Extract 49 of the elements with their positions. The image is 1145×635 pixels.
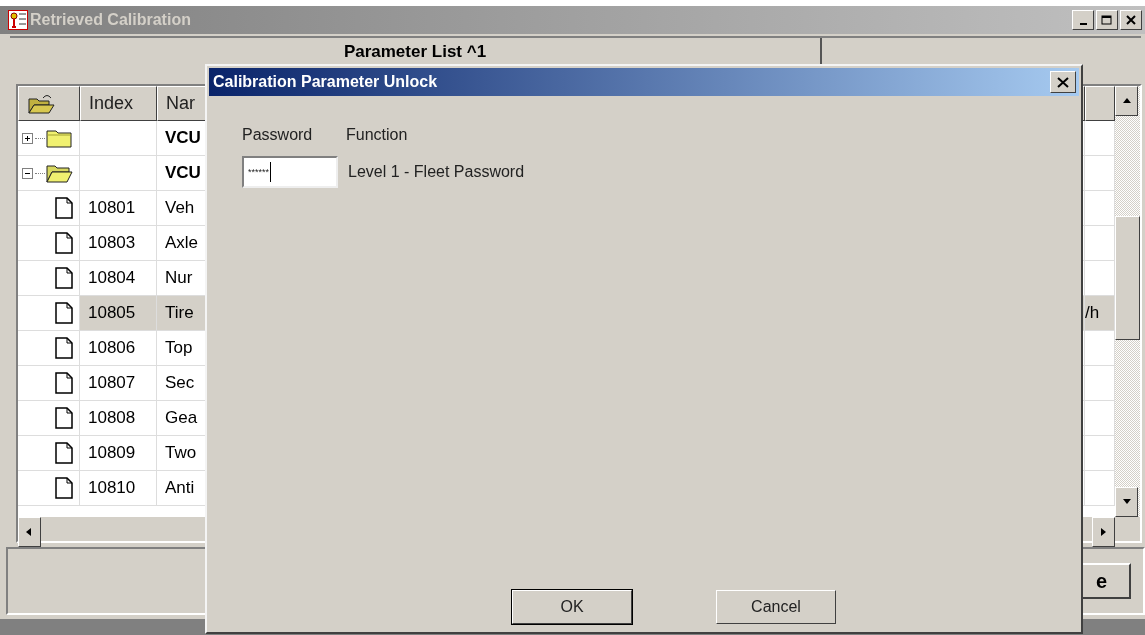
dialog-button[interactable]: OK xyxy=(512,590,632,624)
column-header[interactable] xyxy=(18,86,80,121)
scroll-left-button[interactable] xyxy=(18,517,41,547)
scroll-up-button[interactable] xyxy=(1115,86,1138,116)
function-label: Level 1 - Fleet Password xyxy=(347,163,526,181)
column-label: Password xyxy=(242,126,314,144)
dialog-title: Calibration Parameter Unlock xyxy=(213,73,439,91)
panel-title: Parameter List ^1 xyxy=(343,42,487,63)
password-field[interactable]: ****** xyxy=(242,156,338,188)
expand-icon[interactable] xyxy=(22,132,33,144)
document-icon xyxy=(55,267,73,289)
app-icon xyxy=(8,10,28,30)
maximize-button[interactable] xyxy=(1096,10,1118,30)
scrollbar-thumb[interactable] xyxy=(1115,216,1140,340)
table-cell: 10803 xyxy=(80,226,157,261)
folder-icon xyxy=(45,127,73,149)
scroll-right-button[interactable] xyxy=(1092,517,1115,547)
document-icon xyxy=(55,232,73,254)
open-folder-icon xyxy=(45,162,73,184)
document-icon xyxy=(55,407,73,429)
table-cell: 10808 xyxy=(80,401,157,436)
table-cell: 10810 xyxy=(80,471,157,506)
table-cell: 10809 xyxy=(80,436,157,471)
column-header[interactable] xyxy=(1085,86,1115,121)
scroll-down-button[interactable] xyxy=(1115,487,1138,517)
table-cell: 10807 xyxy=(80,366,157,401)
document-icon xyxy=(55,372,73,394)
close-icon xyxy=(1057,76,1069,88)
close-icon xyxy=(1126,15,1136,25)
minimize-button[interactable] xyxy=(1072,10,1094,30)
document-icon xyxy=(55,477,73,499)
dialog-button[interactable]: Cancel xyxy=(716,590,836,624)
column-header[interactable]: Index xyxy=(80,86,157,121)
table-cell: /h xyxy=(1085,296,1115,331)
minimize-icon xyxy=(1079,23,1087,25)
close-button[interactable] xyxy=(1120,10,1142,30)
document-icon xyxy=(55,337,73,359)
table-cell: 10806 xyxy=(80,331,157,366)
maximize-icon xyxy=(1101,14,1113,26)
table-cell: 10801 xyxy=(80,191,157,226)
collapse-icon[interactable] xyxy=(22,167,33,179)
close-button[interactable] xyxy=(1050,71,1076,93)
window-title: Retrieved Calibration xyxy=(30,11,192,29)
document-icon xyxy=(55,442,73,464)
document-icon xyxy=(55,197,73,219)
document-icon xyxy=(55,302,73,324)
table-cell: 10805 xyxy=(80,296,157,331)
open-folder-icon xyxy=(27,92,55,115)
column-label: Function xyxy=(346,126,409,144)
